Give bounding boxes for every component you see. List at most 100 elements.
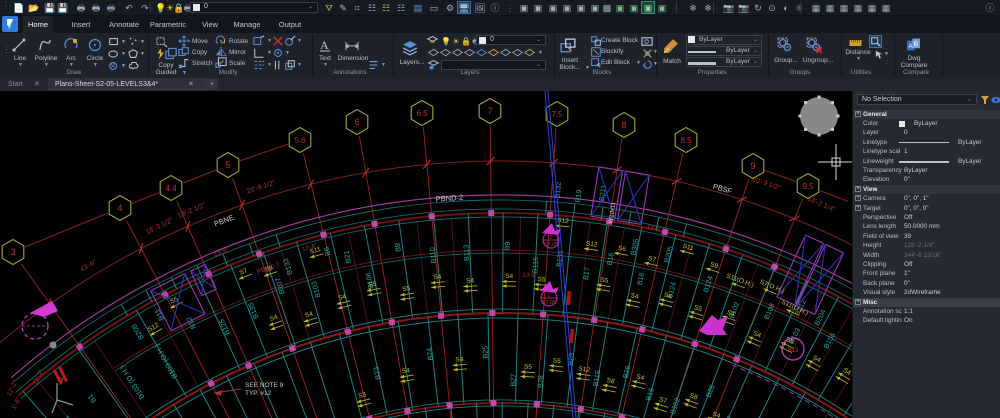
- svg-text:1'-6": 1'-6": [11, 395, 23, 410]
- svg-text:S8: S8: [688, 392, 698, 401]
- svg-text:4: 4: [117, 203, 122, 213]
- svg-text:12'-2": 12'-2": [6, 379, 20, 398]
- svg-text:S7: S7: [658, 396, 668, 405]
- svg-text:18'-3 1/2": 18'-3 1/2": [145, 217, 175, 236]
- svg-text:S4: S4: [338, 293, 348, 302]
- svg-text:B208: B208: [129, 322, 145, 341]
- svg-text:13'-8": 13'-8": [213, 248, 229, 259]
- svg-text:S12: S12: [147, 322, 161, 334]
- svg-text:9.5: 9.5: [802, 182, 814, 191]
- svg-text:PBNC-7: PBNC-7: [256, 261, 281, 276]
- svg-text:S4: S4: [711, 411, 721, 418]
- svg-text:3: 3: [10, 247, 15, 257]
- svg-text:B27: B27: [508, 374, 517, 387]
- svg-text:TYP. #12: TYP. #12: [245, 390, 272, 397]
- svg-text:12'-2": 12'-2": [32, 368, 46, 387]
- svg-text:13'-8": 13'-8": [646, 225, 662, 233]
- svg-text:9: 9: [750, 161, 755, 171]
- svg-text:S4: S4: [752, 330, 762, 340]
- svg-text:S7.05: S7.05: [542, 300, 556, 306]
- svg-text:S4: S4: [505, 273, 513, 280]
- svg-text:B21: B21: [342, 250, 353, 264]
- svg-text:S7: S7: [239, 267, 249, 277]
- svg-text:S5: S5: [693, 304, 703, 313]
- svg-text:B26: B26: [704, 383, 717, 398]
- svg-text:B113: B113: [461, 244, 471, 261]
- svg-text:B1: B1: [86, 392, 98, 404]
- svg-text:B115: B115: [530, 257, 540, 274]
- svg-text:4.4: 4.4: [165, 184, 177, 193]
- svg-text:S4: S4: [635, 373, 645, 382]
- svg-text:B6: B6: [322, 246, 333, 257]
- svg-text:B18: B18: [635, 272, 646, 286]
- svg-text:S11(O.H.): S11(O.H.): [725, 273, 754, 289]
- svg-text:B9: B9: [393, 243, 403, 253]
- svg-text:8.5: 8.5: [680, 136, 692, 145]
- svg-text:B110: B110: [428, 247, 438, 264]
- svg-text:8: 8: [621, 120, 626, 130]
- svg-text:S5: S5: [524, 363, 533, 370]
- svg-text:S7: S7: [647, 255, 657, 264]
- svg-text:B11: B11: [152, 307, 166, 322]
- svg-text:B27: B27: [721, 414, 734, 418]
- svg-text:S3: S3: [358, 391, 368, 400]
- svg-text:5: 5: [225, 160, 230, 170]
- svg-text:S5: S5: [402, 285, 411, 293]
- svg-text:B107: B107: [273, 277, 287, 296]
- svg-text:7.5: 7.5: [551, 110, 563, 119]
- svg-text:S4: S4: [401, 367, 410, 375]
- svg-text:S5: S5: [552, 357, 561, 365]
- svg-text:S4: S4: [269, 314, 279, 323]
- svg-text:B24: B24: [424, 347, 434, 361]
- svg-text:B125: B125: [217, 318, 232, 337]
- svg-text:B: B: [914, 41, 918, 48]
- svg-text:B108: B108: [762, 302, 777, 321]
- svg-text:B19: B19: [573, 189, 583, 203]
- svg-text:B28: B28: [536, 375, 546, 388]
- svg-text:SEE NOTE 9: SEE NOTE 9: [245, 382, 284, 389]
- svg-text:7: 7: [487, 106, 492, 116]
- svg-text:B305: B305: [629, 238, 641, 256]
- svg-text:S4: S4: [433, 274, 442, 282]
- svg-text:S12: S12: [585, 240, 598, 249]
- svg-text:S4: S4: [304, 310, 314, 319]
- svg-text:B16: B16: [605, 252, 616, 266]
- svg-text:18'-2 1/2": 18'-2 1/2": [177, 202, 207, 220]
- svg-text:S9: S9: [709, 261, 719, 270]
- svg-text:18'-2 1/4": 18'-2 1/4": [806, 195, 836, 214]
- svg-text:13'-8": 13'-8": [522, 272, 538, 279]
- svg-text:20'-9 1/2": 20'-9 1/2": [751, 176, 782, 192]
- svg-text:B205: B205: [662, 245, 675, 263]
- svg-text:6: 6: [354, 117, 359, 127]
- svg-text:Y: Y: [60, 378, 64, 384]
- svg-text:S4: S4: [466, 277, 475, 284]
- svg-text:1: 1: [547, 293, 550, 299]
- svg-text:B135: B135: [246, 301, 260, 320]
- svg-text:20'-9 1/2": 20'-9 1/2": [246, 179, 277, 195]
- svg-text:B102: B102: [668, 397, 682, 416]
- svg-text:2: 2: [549, 235, 552, 241]
- svg-text:B115: B115: [591, 369, 603, 387]
- svg-text:PBNE: PBNE: [213, 213, 235, 229]
- svg-text:B103 (O.H.): B103 (O.H.): [152, 343, 179, 381]
- svg-text:43'-6": 43'-6": [79, 258, 98, 273]
- svg-text:A: A: [320, 38, 329, 52]
- svg-text:PBND-2: PBND-2: [435, 193, 463, 204]
- svg-text:B16: B16: [644, 387, 656, 402]
- svg-text:B25: B25: [481, 346, 490, 359]
- svg-text:B17: B17: [581, 267, 592, 281]
- svg-text:S12: S12: [578, 365, 591, 374]
- svg-text:B23: B23: [371, 366, 382, 380]
- svg-text:6.5: 6.5: [416, 109, 428, 118]
- svg-text:S4: S4: [630, 292, 640, 301]
- svg-text:B13: B13: [788, 348, 799, 354]
- svg-text:B103: B103: [309, 280, 322, 299]
- svg-text:S4: S4: [455, 356, 464, 364]
- svg-text:B9: B9: [503, 242, 512, 251]
- svg-text:B204: B204: [812, 308, 828, 327]
- svg-text:S5: S5: [537, 276, 546, 284]
- svg-text:S7.05: S7.05: [544, 242, 558, 248]
- svg-text:B101: B101: [62, 414, 80, 418]
- svg-text:5.6: 5.6: [294, 136, 306, 145]
- svg-text:B133: B133: [281, 257, 295, 276]
